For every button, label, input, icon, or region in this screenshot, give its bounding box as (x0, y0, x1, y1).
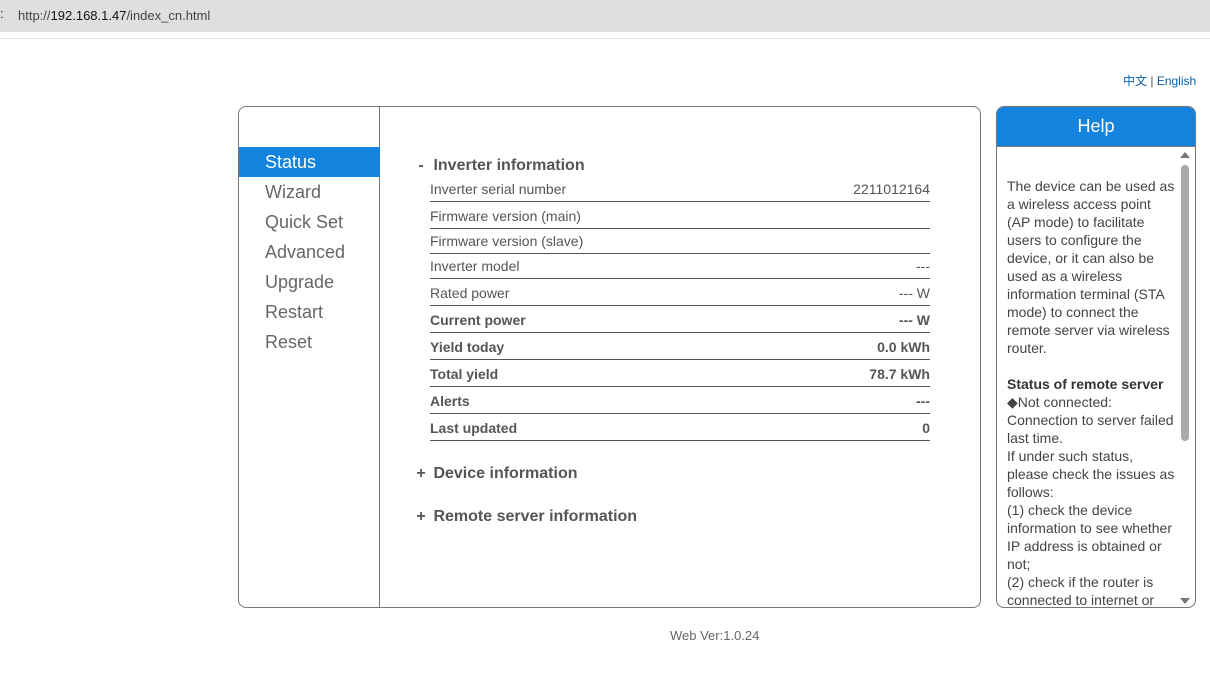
web-version: Web Ver:1.0.24 (670, 628, 760, 643)
row-label: Rated power (430, 285, 510, 301)
row-label: Firmware version (main) (430, 208, 581, 224)
inverter-section-title: Inverter information (433, 157, 585, 174)
nav-item-reset[interactable]: Reset (239, 327, 380, 357)
row-label: Alerts (430, 393, 470, 409)
help-title: Help (997, 107, 1195, 147)
table-row: Inverter model --- (430, 254, 930, 279)
row-value: --- (916, 393, 930, 409)
scroll-thumb[interactable] (1181, 165, 1189, 441)
table-row: Current power --- W (430, 306, 930, 333)
inverter-info-table: Inverter serial number 2211012164 Firmwa… (430, 177, 930, 441)
scroll-down-icon[interactable] (1180, 598, 1190, 604)
help-heading: Status of remote server (1007, 376, 1164, 392)
address-url[interactable]: http://192.168.1.47/index_cn.html (18, 8, 210, 23)
help-line: If under such status, please check the i… (1007, 448, 1175, 500)
main-panel: Status Wizard Quick Set Advanced Upgrade… (238, 106, 981, 608)
row-value: 2211012164 (853, 181, 930, 197)
help-line: (2) check if the router is connected to … (1007, 574, 1155, 608)
help-line: ◆Not connected: Connection to server fai… (1007, 394, 1174, 446)
row-value: --- W (898, 285, 930, 301)
address-bar-edge-icon: : (0, 6, 4, 21)
nav-item-wizard[interactable]: Wizard (239, 177, 380, 207)
table-row: Last updated 0 (430, 414, 930, 441)
nav-item-upgrade[interactable]: Upgrade (239, 267, 380, 297)
table-row: Alerts --- (430, 387, 930, 414)
remote-server-section-toggle[interactable]: + Remote server information (413, 506, 933, 528)
table-row: Yield today 0.0 kWh (430, 333, 930, 360)
nav-item-restart[interactable]: Restart (239, 297, 380, 327)
inverter-section-toggle[interactable]: - Inverter information (413, 155, 933, 177)
lang-chinese-link[interactable]: 中文 (1123, 74, 1147, 88)
expand-icon: + (416, 508, 426, 525)
table-row: Rated power --- W (430, 279, 930, 306)
table-row: Inverter serial number 2211012164 (430, 177, 930, 202)
help-scrollbar[interactable] (1179, 149, 1191, 607)
remote-server-section-title: Remote server information (433, 508, 638, 525)
scroll-up-icon[interactable] (1180, 152, 1190, 158)
sidebar-nav: Status Wizard Quick Set Advanced Upgrade… (239, 147, 380, 357)
row-label: Yield today (430, 339, 505, 355)
row-label: Inverter model (430, 258, 520, 274)
row-value: 78.7 kWh (869, 366, 930, 382)
collapse-icon: - (418, 157, 424, 174)
row-value: --- W (898, 312, 930, 328)
nav-item-status[interactable]: Status (239, 147, 380, 177)
device-section-toggle[interactable]: + Device information (413, 463, 933, 485)
sidebar: Status Wizard Quick Set Advanced Upgrade… (239, 107, 380, 607)
nav-item-advanced[interactable]: Advanced (239, 237, 380, 267)
nav-item-quick-set[interactable]: Quick Set (239, 207, 380, 237)
language-switch: 中文 | English (1123, 72, 1196, 89)
row-label: Current power (430, 312, 526, 328)
lang-separator: | (1150, 74, 1154, 88)
row-value: 0 (922, 420, 930, 436)
help-intro: The device can be used as a wireless acc… (1007, 178, 1175, 356)
lang-english-link[interactable]: English (1157, 74, 1196, 88)
row-label: Total yield (430, 366, 499, 382)
row-label: Firmware version (slave) (430, 233, 584, 249)
table-row: Total yield 78.7 kWh (430, 360, 930, 387)
row-label: Inverter serial number (430, 181, 567, 197)
expand-icon: + (416, 465, 426, 482)
help-line: (1) check the device information to see … (1007, 502, 1172, 572)
address-bar-divider (0, 38, 1210, 39)
row-label: Last updated (430, 420, 518, 436)
status-content: - Inverter information Inverter serial n… (413, 155, 933, 528)
table-row: Firmware version (main) (430, 202, 930, 229)
help-panel: Help The device can be used as a wireles… (996, 106, 1196, 608)
row-value: 0.0 kWh (877, 339, 930, 355)
address-bar[interactable]: : http://192.168.1.47/index_cn.html (0, 0, 1210, 32)
device-section-title: Device information (433, 465, 578, 482)
help-text: The device can be used as a wireless acc… (1007, 177, 1177, 608)
row-value: --- (916, 258, 930, 274)
table-row: Firmware version (slave) (430, 229, 930, 254)
